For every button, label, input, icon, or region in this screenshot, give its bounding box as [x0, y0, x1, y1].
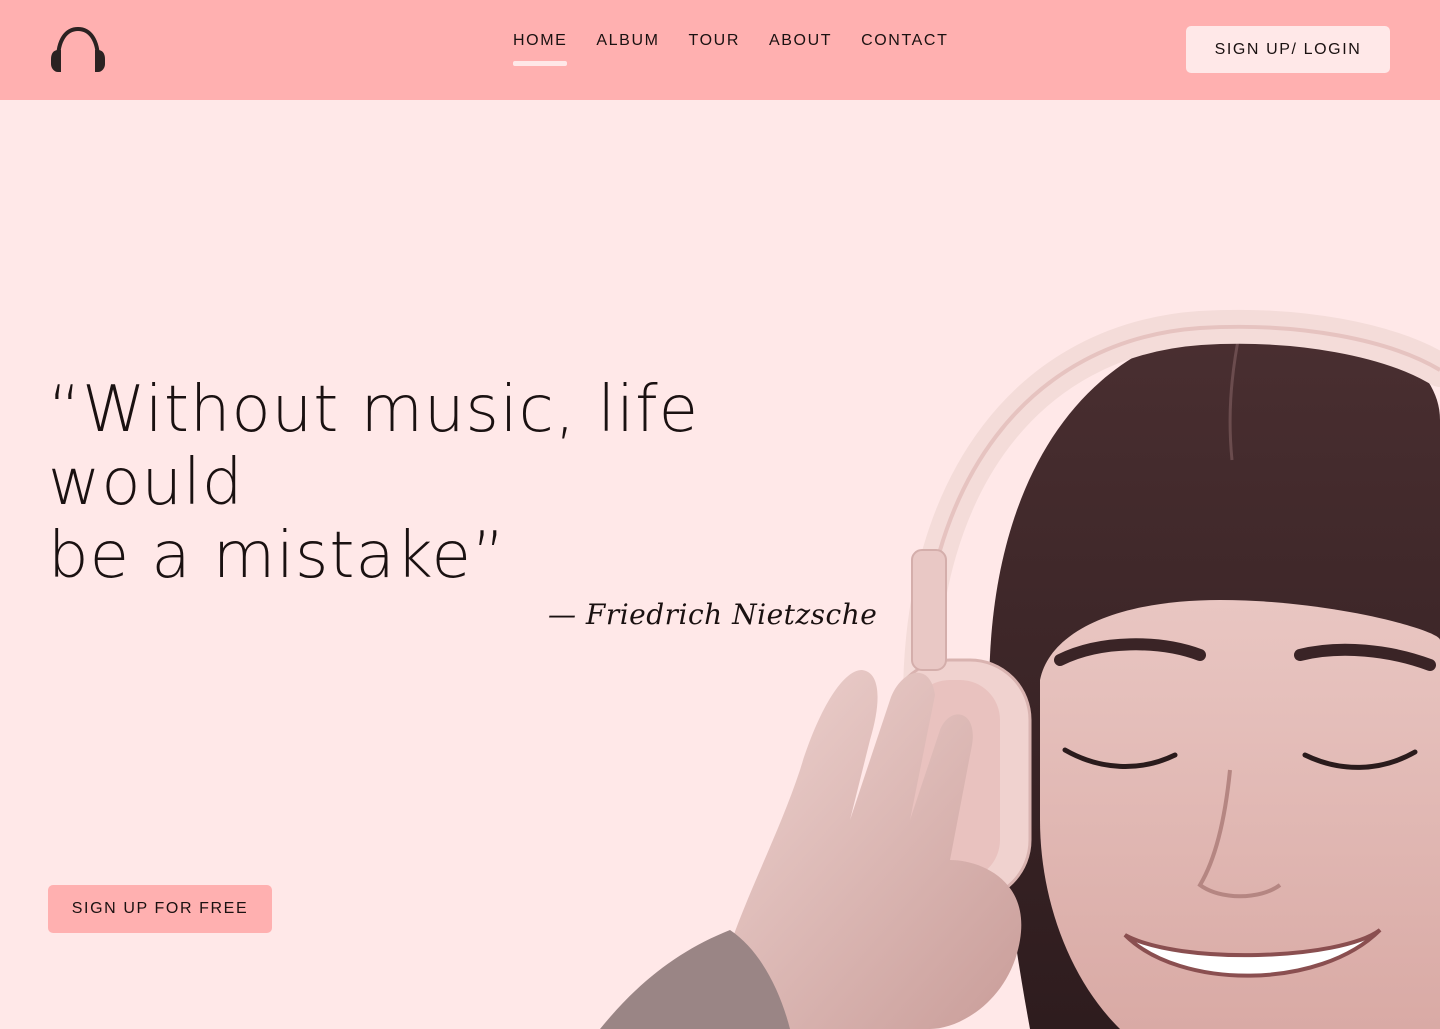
headphones-icon[interactable]: [50, 26, 106, 74]
signup-login-button[interactable]: SIGN UP/ LOGIN: [1186, 26, 1390, 73]
nav-home[interactable]: HOME: [513, 30, 568, 66]
quote-line-2: be a mistake”: [48, 519, 506, 593]
nav-contact[interactable]: CONTACT: [861, 30, 948, 66]
site-header: HOME ALBUM TOUR ABOUT CONTACT SIGN UP/ L…: [0, 0, 1440, 100]
main-nav: HOME ALBUM TOUR ABOUT CONTACT: [513, 30, 948, 66]
signup-free-button[interactable]: SIGN UP FOR FREE: [48, 885, 272, 933]
nav-about[interactable]: ABOUT: [769, 30, 832, 66]
hero-photo: [600, 309, 1440, 1029]
landing-page: HOME ALBUM TOUR ABOUT CONTACT SIGN UP/ L…: [0, 0, 1440, 1029]
nav-tour[interactable]: TOUR: [689, 30, 740, 66]
nav-album[interactable]: ALBUM: [596, 30, 659, 66]
